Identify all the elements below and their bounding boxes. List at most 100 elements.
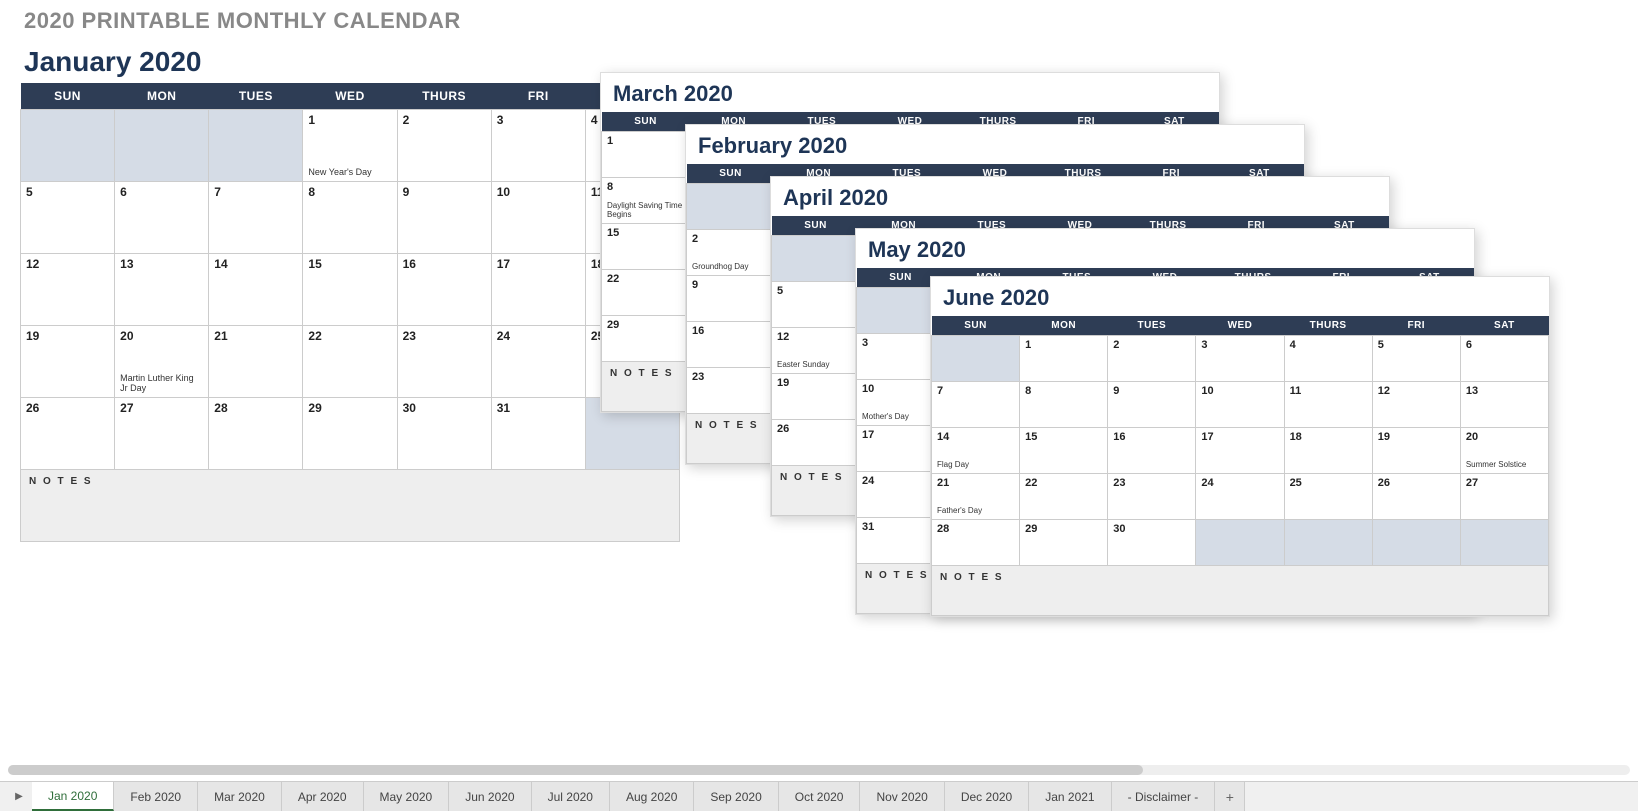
day-cell[interactable]: 15 bbox=[602, 224, 690, 270]
day-cell[interactable] bbox=[21, 110, 115, 182]
day-cell[interactable]: 8 bbox=[303, 182, 397, 254]
day-cell[interactable]: 20Martin Luther King Jr Day bbox=[115, 326, 209, 398]
day-cell[interactable]: 26 bbox=[772, 420, 860, 466]
day-cell[interactable]: 21Father's Day bbox=[932, 474, 1020, 520]
day-cell[interactable]: 18 bbox=[1284, 428, 1372, 474]
day-cell[interactable]: 2 bbox=[1108, 336, 1196, 382]
day-cell[interactable]: 30 bbox=[1108, 520, 1196, 566]
day-cell[interactable]: 11 bbox=[1284, 382, 1372, 428]
day-cell[interactable]: 23 bbox=[1108, 474, 1196, 520]
sheet-tab[interactable]: Jun 2020 bbox=[449, 782, 531, 811]
day-cell[interactable]: 27 bbox=[115, 398, 209, 470]
sheet-tab[interactable]: Apr 2020 bbox=[282, 782, 364, 811]
add-sheet-button[interactable]: + bbox=[1215, 782, 1245, 811]
day-cell[interactable]: 13 bbox=[1460, 382, 1548, 428]
day-cell[interactable]: 26 bbox=[1372, 474, 1460, 520]
day-cell[interactable]: 12 bbox=[21, 254, 115, 326]
horizontal-scrollbar[interactable] bbox=[8, 765, 1630, 775]
day-cell[interactable]: 1 bbox=[1020, 336, 1108, 382]
day-cell[interactable]: 28 bbox=[209, 398, 303, 470]
day-cell[interactable]: 19 bbox=[21, 326, 115, 398]
day-cell[interactable]: 9 bbox=[397, 182, 491, 254]
day-cell[interactable] bbox=[115, 110, 209, 182]
day-cell[interactable]: 17 bbox=[491, 254, 585, 326]
sheet-tab[interactable]: - Disclaimer - bbox=[1112, 782, 1216, 811]
day-cell[interactable]: 19 bbox=[1372, 428, 1460, 474]
day-cell[interactable]: 2 bbox=[397, 110, 491, 182]
scrollbar-thumb[interactable] bbox=[8, 765, 1143, 775]
day-cell[interactable]: 2Groundhog Day bbox=[687, 230, 775, 276]
day-cell[interactable] bbox=[1372, 520, 1460, 566]
sheet-tab[interactable]: Sep 2020 bbox=[694, 782, 778, 811]
day-cell[interactable]: 14Flag Day bbox=[932, 428, 1020, 474]
day-cell[interactable] bbox=[1284, 520, 1372, 566]
day-cell[interactable]: 29 bbox=[303, 398, 397, 470]
day-cell[interactable]: 5 bbox=[1372, 336, 1460, 382]
day-cell[interactable]: 21 bbox=[209, 326, 303, 398]
day-cell[interactable]: 27 bbox=[1460, 474, 1548, 520]
day-cell[interactable]: 30 bbox=[397, 398, 491, 470]
day-cell[interactable]: 15 bbox=[303, 254, 397, 326]
day-cell[interactable] bbox=[932, 336, 1020, 382]
day-cell[interactable]: 8 bbox=[1020, 382, 1108, 428]
day-cell[interactable]: 31 bbox=[491, 398, 585, 470]
day-cell[interactable] bbox=[687, 184, 775, 230]
day-cell[interactable]: 8Daylight Saving Time Begins bbox=[602, 178, 690, 224]
sheet-tab[interactable]: Oct 2020 bbox=[779, 782, 861, 811]
day-cell[interactable]: 19 bbox=[772, 374, 860, 420]
day-cell[interactable] bbox=[772, 236, 860, 282]
sheet-tab[interactable]: Aug 2020 bbox=[610, 782, 694, 811]
sheet-tab[interactable]: Jan 2020 bbox=[32, 782, 114, 811]
day-cell[interactable] bbox=[1196, 520, 1284, 566]
day-cell[interactable]: 14 bbox=[209, 254, 303, 326]
sheet-tab[interactable]: Nov 2020 bbox=[860, 782, 944, 811]
sheet-tab[interactable]: Mar 2020 bbox=[198, 782, 282, 811]
day-cell[interactable]: 4 bbox=[1284, 336, 1372, 382]
day-cell[interactable]: 6 bbox=[115, 182, 209, 254]
day-cell[interactable]: 16 bbox=[1108, 428, 1196, 474]
day-cell[interactable] bbox=[209, 110, 303, 182]
tab-nav-button[interactable]: ▶ bbox=[6, 782, 32, 811]
day-cell[interactable]: 6 bbox=[1460, 336, 1548, 382]
day-cell[interactable]: 10 bbox=[1196, 382, 1284, 428]
day-cell[interactable]: 22 bbox=[1020, 474, 1108, 520]
day-cell[interactable]: 7 bbox=[209, 182, 303, 254]
day-cell[interactable]: 28 bbox=[932, 520, 1020, 566]
day-cell[interactable]: 1New Year's Day bbox=[303, 110, 397, 182]
day-cell[interactable]: 25 bbox=[1284, 474, 1372, 520]
day-cell[interactable]: 22 bbox=[303, 326, 397, 398]
day-cell[interactable]: 12 bbox=[1372, 382, 1460, 428]
day-cell[interactable]: 24 bbox=[491, 326, 585, 398]
sheet-tab[interactable]: Jan 2021 bbox=[1029, 782, 1111, 811]
day-cell[interactable]: 13 bbox=[115, 254, 209, 326]
day-cell[interactable]: 5 bbox=[772, 282, 860, 328]
day-cell[interactable]: 12Easter Sunday bbox=[772, 328, 860, 374]
day-cell[interactable]: 22 bbox=[602, 270, 690, 316]
notes-section[interactable]: N O T E S bbox=[932, 566, 1549, 616]
sheet-tab[interactable]: Jul 2020 bbox=[532, 782, 610, 811]
sheet-tab[interactable]: Feb 2020 bbox=[114, 782, 198, 811]
day-cell[interactable]: 26 bbox=[21, 398, 115, 470]
day-cell[interactable]: 1 bbox=[602, 132, 690, 178]
day-cell[interactable]: 16 bbox=[397, 254, 491, 326]
day-cell[interactable]: 3 bbox=[1196, 336, 1284, 382]
sheet-tab[interactable]: May 2020 bbox=[364, 782, 450, 811]
notes-section[interactable]: N O T E S bbox=[21, 470, 680, 542]
day-cell[interactable]: 20Summer Solstice bbox=[1460, 428, 1548, 474]
day-cell[interactable]: 7 bbox=[932, 382, 1020, 428]
sheet-tab[interactable]: Dec 2020 bbox=[945, 782, 1029, 811]
day-cell[interactable]: 5 bbox=[21, 182, 115, 254]
day-cell[interactable]: 29 bbox=[602, 316, 690, 362]
day-cell[interactable]: 16 bbox=[687, 322, 775, 368]
day-cell[interactable]: 3 bbox=[491, 110, 585, 182]
day-cell[interactable]: 9 bbox=[687, 276, 775, 322]
day-cell[interactable]: 10 bbox=[491, 182, 585, 254]
day-cell[interactable]: 29 bbox=[1020, 520, 1108, 566]
day-cell[interactable]: 17 bbox=[1196, 428, 1284, 474]
day-cell[interactable]: 23 bbox=[397, 326, 491, 398]
day-cell[interactable]: 9 bbox=[1108, 382, 1196, 428]
day-cell[interactable]: 24 bbox=[1196, 474, 1284, 520]
day-cell[interactable] bbox=[1460, 520, 1548, 566]
day-cell[interactable]: 15 bbox=[1020, 428, 1108, 474]
day-cell[interactable]: 23 bbox=[687, 368, 775, 414]
